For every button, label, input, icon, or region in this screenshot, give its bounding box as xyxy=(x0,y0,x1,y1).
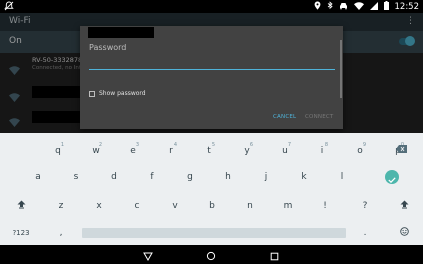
key-y[interactable]: 6y xyxy=(232,140,262,162)
status-bar: 12:52 xyxy=(0,0,423,13)
recents-button[interactable] xyxy=(268,249,280,261)
enter-key[interactable] xyxy=(385,170,399,184)
key-h[interactable]: h xyxy=(213,166,243,188)
symbols-key[interactable]: ?123 xyxy=(6,222,36,244)
key-t[interactable]: 5t xyxy=(194,140,224,162)
back-icon xyxy=(143,246,153,264)
shift-key-left[interactable] xyxy=(6,195,36,217)
emoji-key[interactable] xyxy=(389,222,419,244)
key-x[interactable]: x xyxy=(84,195,114,217)
key-w[interactable]: 2w xyxy=(81,140,111,162)
status-time: 12:52 xyxy=(394,1,420,12)
connect-button[interactable]: CONNECT xyxy=(305,114,333,120)
password-dialog: Password Show password CANCEL CONNECT xyxy=(80,26,343,129)
key-l[interactable]: l xyxy=(327,166,357,188)
key-u[interactable]: 7u xyxy=(270,140,300,162)
show-password-label: Show password xyxy=(99,90,146,97)
key-j[interactable]: j xyxy=(251,166,281,188)
backspace-icon xyxy=(395,144,407,156)
key-m[interactable]: m xyxy=(273,195,303,217)
key-o[interactable]: 9o xyxy=(345,140,375,162)
key-r[interactable]: 4r xyxy=(156,140,186,162)
emoji-icon xyxy=(399,227,409,239)
back-button[interactable] xyxy=(142,249,154,261)
shift-icon xyxy=(17,200,26,212)
backspace-key[interactable] xyxy=(386,139,416,161)
checkmark-icon xyxy=(388,168,396,187)
soft-keyboard: 1q 2w 3e 4r 5t 6y 7u 8i 9o 0p a s d f g … xyxy=(0,133,423,245)
key-exclamation[interactable]: ! xyxy=(310,195,340,217)
key-n[interactable]: n xyxy=(235,195,265,217)
dialog-scrollbar[interactable] xyxy=(340,40,342,98)
spacebar[interactable] xyxy=(82,228,346,238)
notifications-off-icon xyxy=(4,1,14,13)
key-f[interactable]: f xyxy=(137,166,167,188)
shift-key-right[interactable] xyxy=(389,195,419,217)
key-period[interactable]: . xyxy=(350,222,380,244)
wifi-icon xyxy=(353,1,364,12)
cancel-button[interactable]: CANCEL xyxy=(273,114,296,120)
show-password-option[interactable]: Show password xyxy=(89,90,146,97)
home-button[interactable] xyxy=(205,249,217,261)
password-input[interactable] xyxy=(89,56,335,70)
key-v[interactable]: v xyxy=(160,195,190,217)
battery-icon xyxy=(383,1,389,12)
key-s[interactable]: s xyxy=(61,166,91,188)
key-g[interactable]: g xyxy=(175,166,205,188)
car-icon xyxy=(339,2,348,12)
key-a[interactable]: a xyxy=(23,166,53,188)
signal-icon xyxy=(369,1,378,12)
redacted-dialog-title xyxy=(88,27,154,38)
key-b[interactable]: b xyxy=(197,195,227,217)
show-password-checkbox[interactable] xyxy=(89,90,95,97)
key-c[interactable]: c xyxy=(122,195,152,217)
key-q[interactable]: 1q xyxy=(43,140,73,162)
recents-icon xyxy=(270,246,279,264)
key-d[interactable]: d xyxy=(99,166,129,188)
key-question[interactable]: ? xyxy=(350,195,380,217)
password-field-label: Password xyxy=(89,43,127,52)
shift-icon xyxy=(400,200,409,212)
bluetooth-icon xyxy=(327,1,333,12)
home-icon xyxy=(206,246,216,264)
key-k[interactable]: k xyxy=(289,166,319,188)
advanced-options-partial xyxy=(89,102,129,105)
key-comma[interactable]: , xyxy=(46,222,76,244)
location-icon xyxy=(314,1,321,12)
key-e[interactable]: 3e xyxy=(118,140,148,162)
key-i[interactable]: 8i xyxy=(307,140,337,162)
key-z[interactable]: z xyxy=(46,195,76,217)
navigation-bar xyxy=(0,245,423,264)
